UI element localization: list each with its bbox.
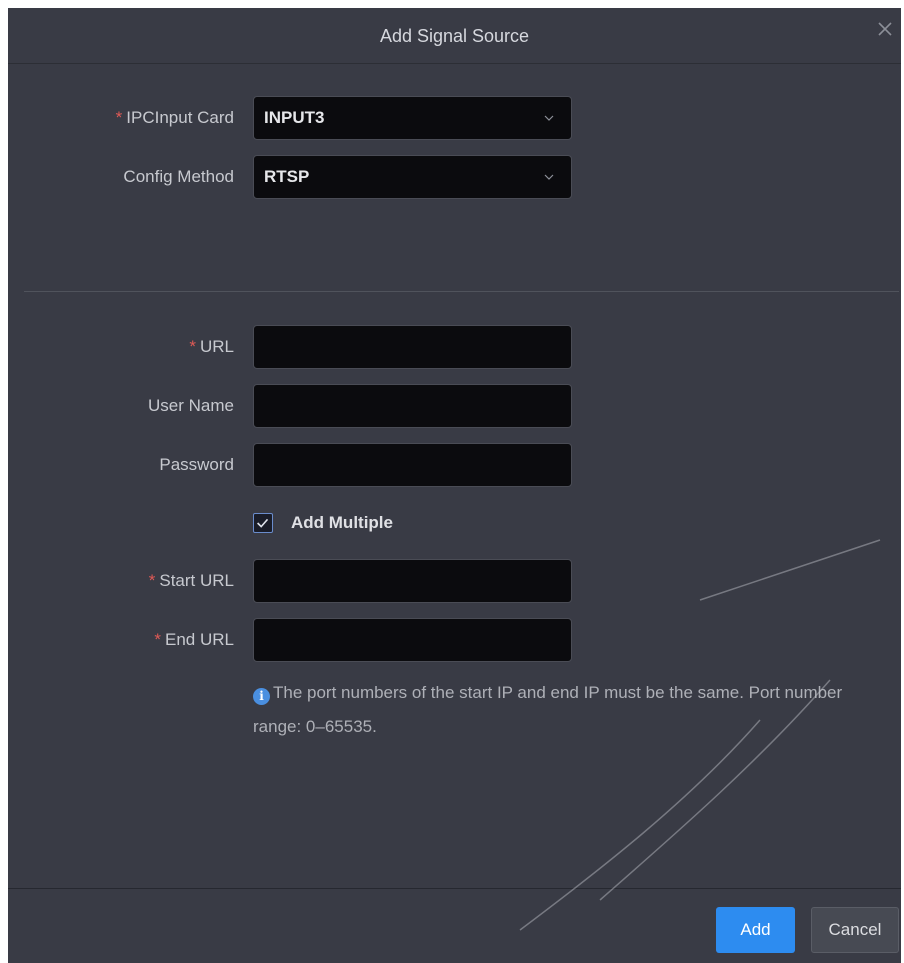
start-url-label: * Start URL [148,571,234,590]
end-url-input[interactable] [253,618,572,662]
close-icon[interactable] [875,19,895,39]
ipc-input-card-value: INPUT3 [264,108,325,127]
dialog-footer: Add Cancel [8,888,901,963]
ipc-input-card-label: * IPCInput Card [115,108,234,127]
user-name-input[interactable] [253,384,572,428]
start-url-row: * Start URL [8,559,901,603]
end-url-label: * End URL [154,630,234,649]
add-signal-source-dialog: Add Signal Source * IPCInput Card INPUT3 … [8,8,901,963]
ipc-input-card-row: * IPCInput Card INPUT3 [8,96,901,140]
cancel-button[interactable]: Cancel [811,907,899,953]
user-name-row: User Name [8,384,901,428]
required-mark: * [154,630,162,649]
dialog-title: Add Signal Source [379,26,530,46]
ipc-input-card-select[interactable]: INPUT3 [253,96,572,140]
password-input[interactable] [253,443,572,487]
password-label: Password [159,455,234,474]
required-mark: * [189,337,196,356]
start-url-input[interactable] [253,559,572,603]
url-label: * URL [189,337,234,356]
config-method-value: RTSP [264,167,310,186]
add-multiple-checkbox[interactable] [253,513,273,533]
required-mark: * [115,108,123,127]
info-icon: i [253,688,270,705]
password-row: Password [8,443,901,487]
chevron-down-icon [544,115,554,121]
chevron-down-icon [544,174,554,180]
dialog-header: Add Signal Source [8,8,901,64]
url-row: * URL [8,325,901,369]
user-name-label: User Name [148,396,234,415]
add-button[interactable]: Add [716,907,795,953]
add-multiple-label: Add Multiple [291,513,393,532]
end-url-row: * End URL [8,618,901,662]
port-range-info: i The port numbers of the start IP and en… [253,676,873,744]
config-method-select[interactable]: RTSP [253,155,572,199]
url-input[interactable] [253,325,572,369]
info-text: The port numbers of the start IP and end… [253,683,843,736]
config-method-row: Config Method RTSP [8,155,901,199]
section-divider [24,291,899,292]
required-mark: * [148,571,156,590]
config-method-label: Config Method [123,167,234,186]
checkmark-icon [257,518,269,528]
